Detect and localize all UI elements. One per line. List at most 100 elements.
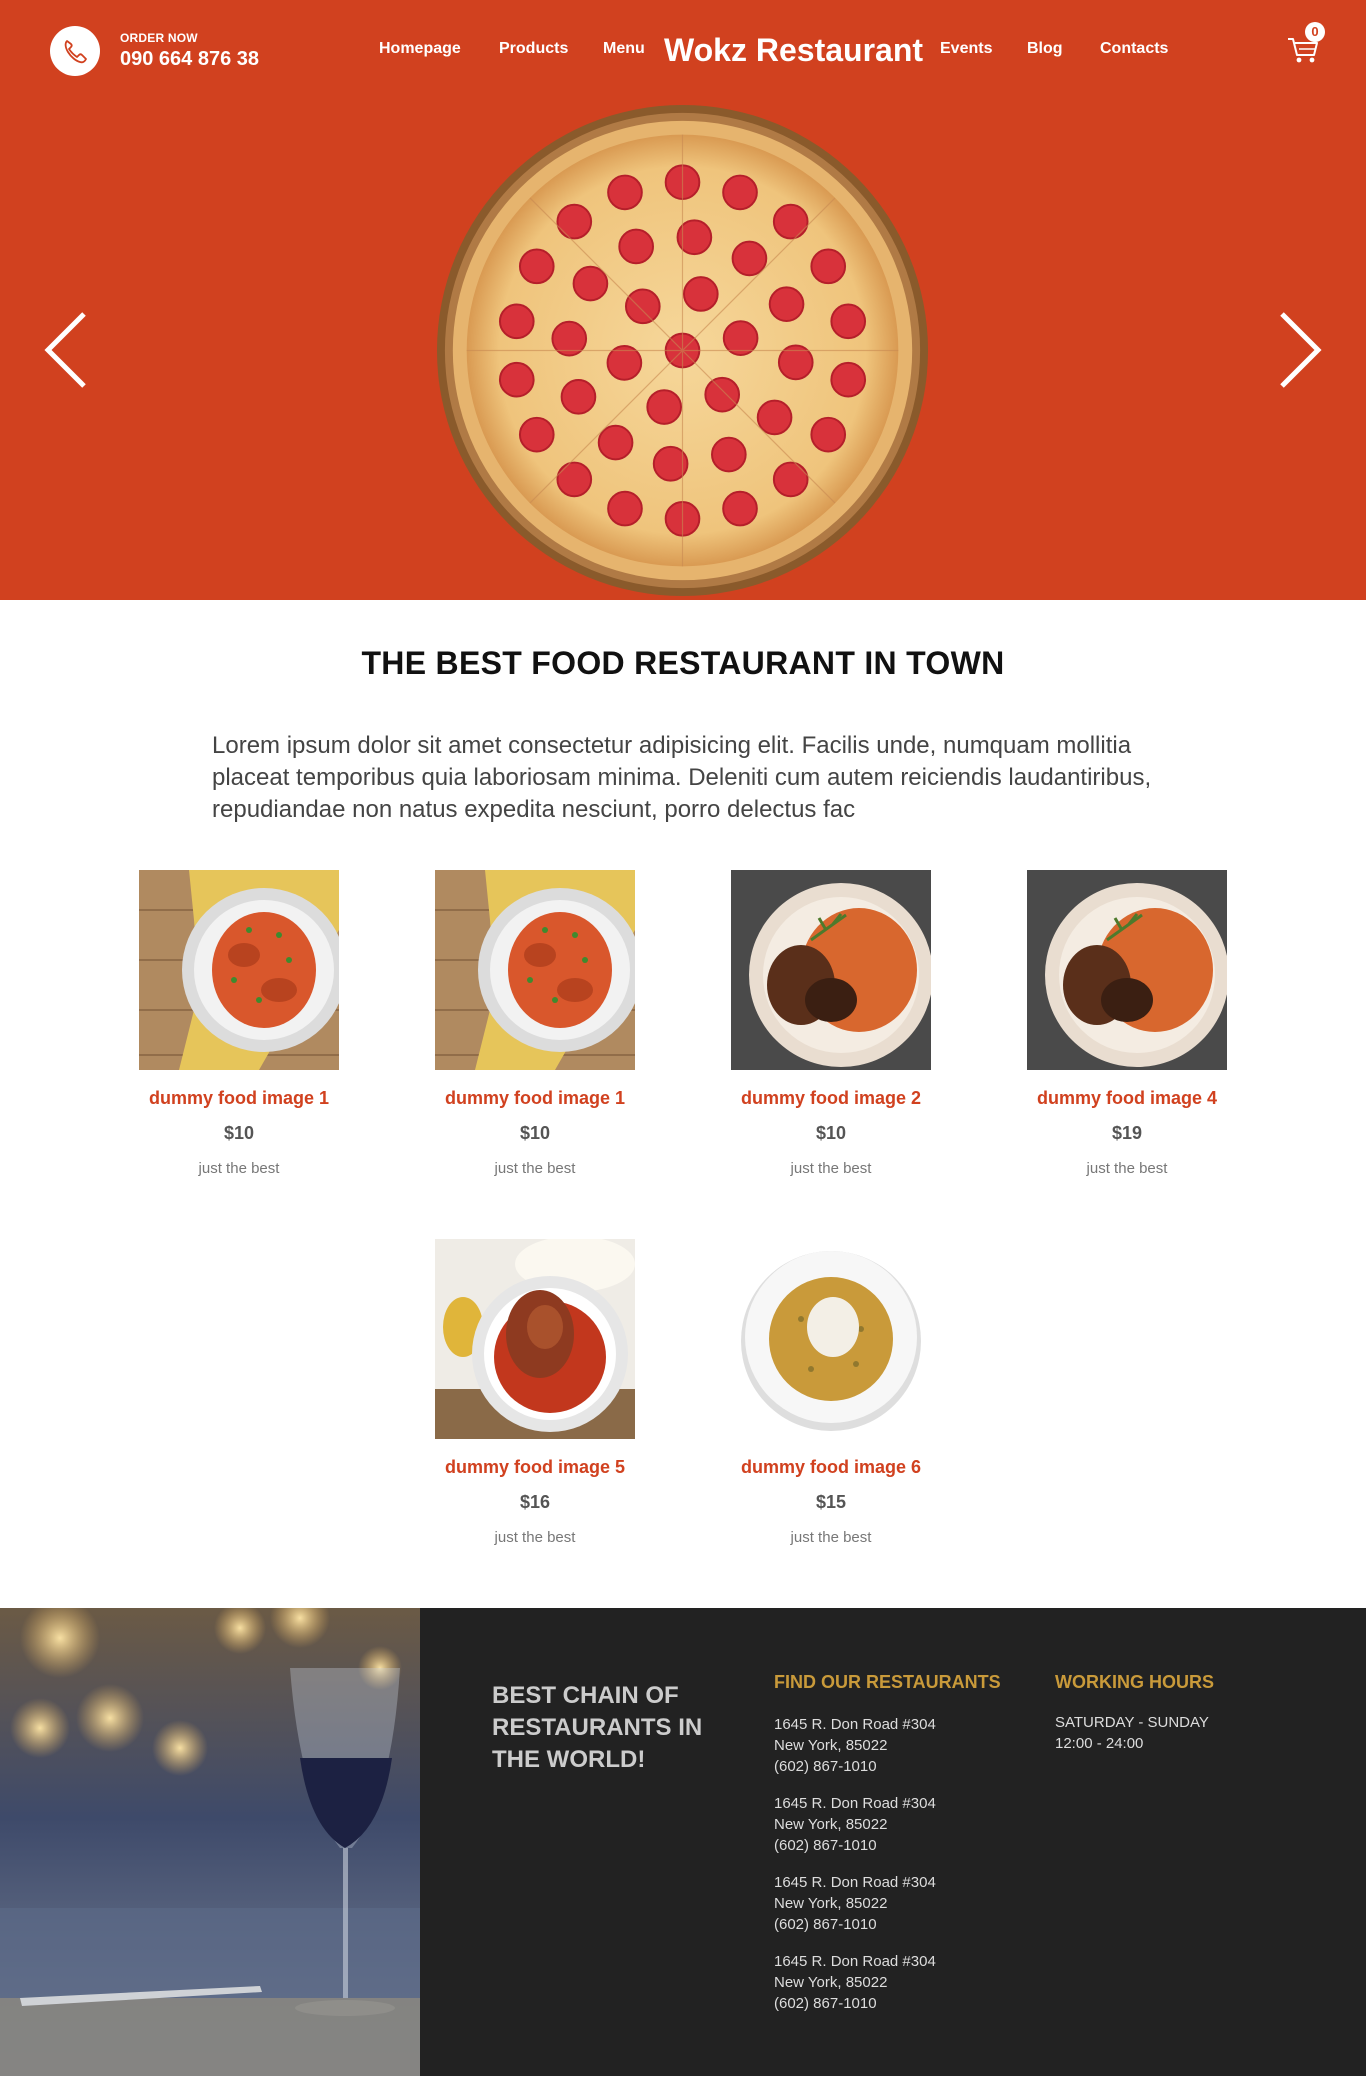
product-name[interactable]: dummy food image 4 (1027, 1088, 1227, 1109)
phone-number[interactable]: 090 664 876 38 (120, 48, 259, 71)
product-name[interactable]: dummy food image 6 (731, 1457, 931, 1478)
pepperoni-slice (646, 389, 683, 425)
product-card[interactable]: dummy food image 1 $10 just the best (435, 870, 635, 1177)
pepperoni-slice (731, 240, 768, 277)
product-price: $10 (815, 1123, 847, 1143)
prev-slide-arrow[interactable] (42, 310, 92, 390)
pepperoni-slice (618, 228, 654, 265)
pepperoni-slice (756, 399, 793, 436)
pepperoni-slice (810, 416, 847, 453)
pepperoni-slice (810, 248, 847, 285)
pepperoni-slice (624, 288, 661, 325)
nav-blog[interactable]: Blog (1027, 40, 1063, 58)
product-card[interactable]: dummy food image 4 $19 just the best (1027, 870, 1227, 1177)
intro-text: Lorem ipsum dolor sit amet consectetur a… (212, 732, 1152, 823)
pepperoni-slice (682, 276, 719, 312)
food-image-pasta[interactable] (435, 870, 635, 1070)
address-phone[interactable]: (602) 867-1010 (774, 1835, 936, 1856)
restaurant-address: 1645 R. Don Road #304 New York, 85022 (6… (774, 1714, 936, 1777)
pepperoni-slice (498, 361, 535, 398)
working-hours-title: WORKING HOURS (1055, 1672, 1214, 1692)
pepperoni-slice (722, 174, 758, 211)
page-title: THE BEST FOOD RESTAURANT IN TOWN (361, 645, 1005, 681)
hero-section: ORDER NOW 090 664 876 38 Homepage Produc… (0, 0, 1366, 600)
product-price: $15 (815, 1492, 847, 1512)
product-name[interactable]: dummy food image 2 (731, 1088, 931, 1109)
product-tagline: just the best (790, 1160, 872, 1177)
product-price: $10 (223, 1123, 255, 1143)
pepperoni-slice (572, 265, 609, 302)
order-phone[interactable]: ORDER NOW 090 664 876 38 (50, 26, 259, 76)
restaurant-address: 1645 R. Don Road #304 New York, 85022 (6… (774, 1951, 936, 2014)
pepperoni-slice (772, 203, 809, 240)
product-card[interactable]: dummy food image 6 $15 just the best (731, 1239, 931, 1546)
nav-contacts[interactable]: Contacts (1100, 40, 1168, 58)
product-price: $10 (519, 1123, 551, 1143)
product-card[interactable]: dummy food image 5 $16 just the best (435, 1239, 635, 1546)
pepperoni-slice (556, 461, 593, 498)
pepperoni-slice (597, 424, 634, 461)
pepperoni-slice (830, 303, 867, 340)
product-card[interactable]: dummy food image 1 $10 just the best (139, 870, 339, 1177)
hours-time: 12:00 - 24:00 (1055, 1735, 1144, 1752)
address-city: New York, 85022 (774, 1974, 888, 1991)
address-city: New York, 85022 (774, 1816, 888, 1833)
nav-menu[interactable]: Menu (603, 40, 645, 58)
working-hours: SATURDAY - SUNDAY 12:00 - 24:00 (1055, 1712, 1209, 1754)
footer-tagline: BEST CHAIN OF RESTAURANTS IN THE WORLD! (492, 1682, 703, 1773)
order-now-label: ORDER NOW (120, 31, 198, 45)
next-slide-arrow[interactable] (1274, 310, 1324, 390)
pepperoni-slice (556, 203, 593, 240)
product-name[interactable]: dummy food image 1 (139, 1088, 339, 1109)
pepperoni-slice (830, 361, 867, 398)
product-tagline: just the best (790, 1529, 872, 1546)
address-line: 1645 R. Don Road #304 (774, 1795, 936, 1812)
hours-days: SATURDAY - SUNDAY (1055, 1714, 1209, 1731)
address-phone[interactable]: (602) 867-1010 (774, 1993, 936, 2014)
address-city: New York, 85022 (774, 1737, 888, 1754)
product-tagline: just the best (198, 1160, 280, 1177)
pepperoni-slice (518, 248, 555, 285)
product-card[interactable]: dummy food image 2 $10 just the best (731, 870, 931, 1177)
top-navbar: ORDER NOW 090 664 876 38 Homepage Produc… (0, 0, 1366, 100)
food-image-egusi[interactable] (731, 1239, 931, 1439)
phone-icon (50, 26, 100, 76)
pepperoni-slice (560, 379, 597, 415)
product-price: $19 (1111, 1123, 1143, 1143)
address-line: 1645 R. Don Road #304 (774, 1874, 936, 1891)
pepperoni-slice (704, 376, 741, 413)
address-phone[interactable]: (602) 867-1010 (774, 1756, 936, 1777)
address-city: New York, 85022 (774, 1895, 888, 1912)
pepperoni-slice (722, 490, 758, 527)
pepperoni-slice (518, 416, 555, 453)
pepperoni-slice (498, 303, 535, 340)
cart-count-badge: 0 (1305, 22, 1325, 42)
food-image-jollof[interactable] (1027, 870, 1227, 1070)
food-image-stew[interactable] (435, 1239, 635, 1439)
product-name[interactable]: dummy food image 1 (435, 1088, 635, 1109)
nav-products[interactable]: Products (499, 40, 568, 58)
product-price: $16 (519, 1492, 551, 1512)
address-line: 1645 R. Don Road #304 (774, 1953, 936, 1970)
product-name[interactable]: dummy food image 5 (435, 1457, 635, 1478)
product-tagline: just the best (1086, 1160, 1168, 1177)
food-image-jollof[interactable] (731, 870, 931, 1070)
product-tagline: just the best (494, 1160, 576, 1177)
footer: BEST CHAIN OF RESTAURANTS IN THE WORLD! … (0, 1608, 1366, 2076)
product-tagline: just the best (494, 1529, 576, 1546)
address-line: 1645 R. Don Road #304 (774, 1716, 936, 1733)
find-restaurants-title: FIND OUR RESTAURANTS (774, 1672, 1001, 1692)
nav-events[interactable]: Events (940, 40, 992, 58)
address-phone[interactable]: (602) 867-1010 (774, 1914, 936, 1935)
nav-homepage[interactable]: Homepage (379, 40, 461, 58)
pepperoni-slice (711, 436, 747, 473)
food-image-pasta[interactable] (139, 870, 339, 1070)
wine-glass-photo (0, 1608, 420, 2076)
restaurant-address: 1645 R. Don Road #304 New York, 85022 (6… (774, 1872, 936, 1935)
pepperoni-slice (768, 286, 805, 322)
pepperoni-slice (607, 174, 643, 211)
restaurant-address: 1645 R. Don Road #304 New York, 85022 (6… (774, 1793, 936, 1856)
pizza-image (436, 104, 929, 597)
brand-logo[interactable]: Wokz Restaurant (664, 32, 923, 69)
pepperoni-slice (607, 490, 643, 527)
